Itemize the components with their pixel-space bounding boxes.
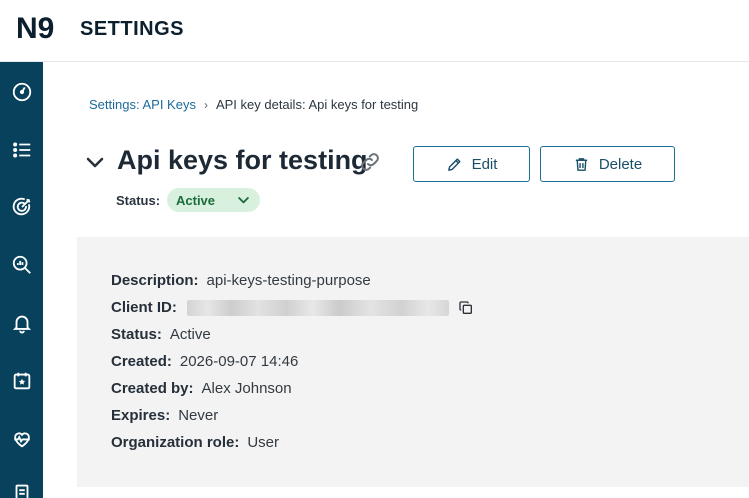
detail-label: Status: [111,326,162,343]
edit-button[interactable]: Edit [413,146,530,182]
delete-button[interactable]: Delete [540,146,675,182]
sidebar-item-events[interactable] [0,363,43,399]
breadcrumb: Settings: API Keys › API key details: Ap… [89,97,418,112]
trash-icon [575,157,587,171]
svg-text:N9: N9 [16,12,54,43]
redacted-client-id [186,299,449,316]
n9-logo[interactable]: N9 [16,11,64,43]
pencil-icon [447,157,461,171]
status-dropdown[interactable]: Active [167,188,260,212]
calendar-star-icon [13,372,30,390]
breadcrumb-api-keys-link[interactable]: Settings: API Keys [89,97,196,112]
details-panel: Description: api-keys-testing-purpose Cl… [77,237,749,487]
edit-button-label: Edit [471,155,498,173]
link-icon[interactable] [358,150,382,174]
delete-button-label: Delete [598,155,643,173]
detail-label: Created by: [111,380,194,397]
page-title: Api keys for testing [117,145,368,175]
detail-label: Organization role: [111,434,240,451]
status-value: Active [176,192,216,208]
sidebar-item-health[interactable] [0,421,43,457]
detail-label: Created: [111,353,172,370]
sidebar-item-alerts[interactable] [0,305,43,341]
app-title: SETTINGS [80,18,185,40]
dashboard-icon [12,82,31,102]
health-icon [13,432,30,448]
detail-value: Never [178,407,219,424]
copy-icon[interactable] [458,300,474,316]
detail-value: User [247,434,280,451]
detail-status: Status: Active [111,326,211,343]
detail-organization-role: Organization role: User [111,434,279,451]
detail-label: Expires: [111,407,171,424]
sidebar-item-analytics[interactable] [0,247,43,283]
detail-expires: Expires: Never [111,407,218,424]
list-icon [12,142,30,158]
document-icon [15,484,28,498]
sidebar-item-reports[interactable] [0,474,43,498]
chevron-down-icon[interactable] [83,151,107,175]
chevron-down-icon [238,197,249,204]
target-icon [12,197,30,216]
sidebar-item-objectives[interactable] [0,189,43,225]
detail-value: Active [169,326,211,343]
detail-value: 2026-09-07 14:46 [179,353,299,370]
sidebar-item-dashboard[interactable] [0,74,43,110]
status-label: Status: [116,193,161,208]
analytics-search-icon [12,255,31,274]
detail-value: api-keys-testing-purpose [206,272,371,289]
bell-icon [12,315,31,334]
detail-label: Client ID: [111,299,177,316]
sidebar-item-list[interactable] [0,132,43,168]
detail-client-id: Client ID: [111,299,474,316]
breadcrumb-separator: › [203,97,208,112]
detail-description: Description: api-keys-testing-purpose [111,272,371,289]
detail-label: Description: [111,272,199,289]
top-bar: N9 SETTINGS [0,0,749,62]
detail-created-by: Created by: Alex Johnson [111,380,292,397]
detail-created: Created: 2026-09-07 14:46 [111,353,298,370]
sidebar [0,62,43,498]
detail-value: Alex Johnson [201,380,292,397]
breadcrumb-current: API key details: Api keys for testing [215,97,419,112]
